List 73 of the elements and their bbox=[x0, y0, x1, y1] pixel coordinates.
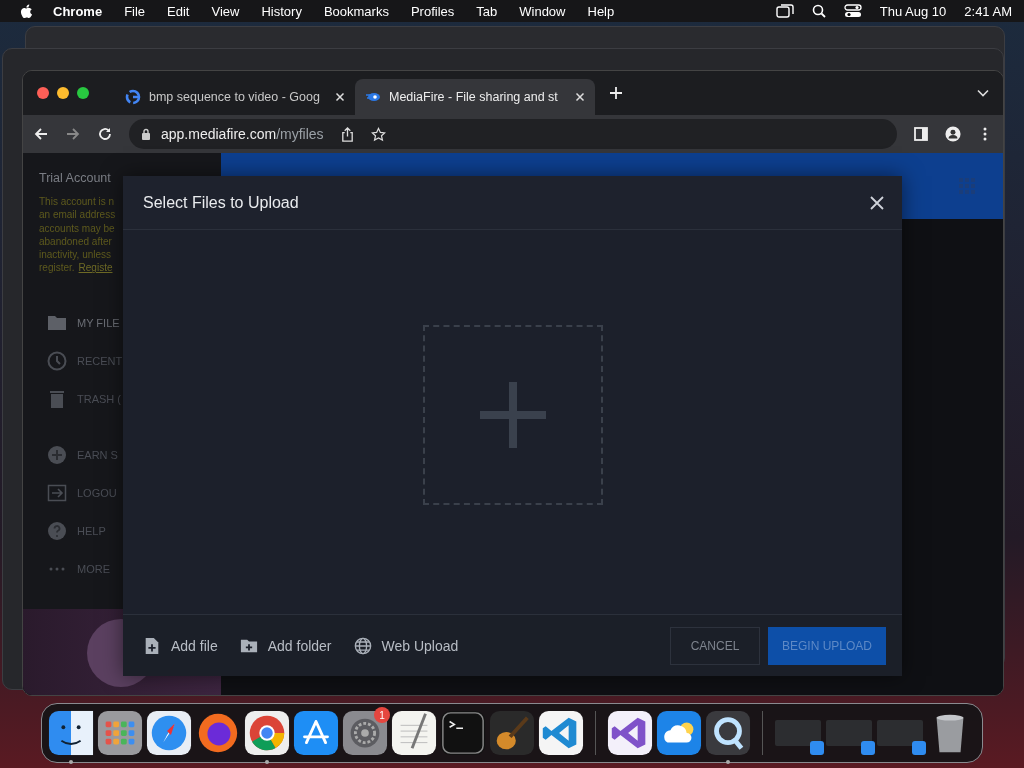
file-plus-icon[interactable] bbox=[143, 635, 161, 656]
code-editor-icon[interactable] bbox=[538, 710, 584, 756]
globe-icon[interactable] bbox=[353, 635, 372, 656]
menu-item[interactable]: Bookmarks bbox=[323, 3, 389, 19]
back-arrow-icon[interactable] bbox=[33, 126, 49, 142]
date-text[interactable]: Thu Aug 10 bbox=[879, 3, 947, 19]
star-icon[interactable] bbox=[370, 126, 386, 142]
menu-item[interactable]: Profiles bbox=[410, 3, 455, 19]
notice-line: register. bbox=[39, 262, 75, 274]
dialog-title: Select Files to Upload bbox=[143, 193, 299, 212]
g-logo-icon bbox=[125, 89, 141, 105]
menu-item[interactable]: Tab bbox=[476, 3, 498, 19]
guitar-icon[interactable] bbox=[489, 710, 535, 756]
minimized-window-thumbnail[interactable] bbox=[877, 720, 923, 746]
toggles-icon[interactable] bbox=[843, 4, 862, 18]
magnifier-q-icon[interactable] bbox=[705, 710, 751, 756]
notice-line: This account is n bbox=[39, 195, 115, 209]
apple-logo-icon[interactable] bbox=[20, 3, 33, 19]
close-window-button[interactable] bbox=[37, 87, 49, 99]
minimized-window-thumbnail[interactable] bbox=[826, 720, 872, 746]
notepad-icon[interactable] bbox=[391, 710, 437, 756]
minimize-window-button[interactable] bbox=[57, 87, 69, 99]
side-panel-icon[interactable] bbox=[913, 126, 929, 142]
running-indicator bbox=[726, 760, 730, 764]
gear-icon[interactable] bbox=[342, 710, 388, 756]
clock-text[interactable]: 2:41 AM bbox=[964, 3, 1012, 19]
notice-line: accounts may be bbox=[39, 221, 115, 235]
close-icon[interactable] bbox=[870, 195, 884, 210]
running-indicator bbox=[265, 760, 269, 764]
menu-item[interactable]: Window bbox=[519, 3, 566, 19]
new-tab-icon[interactable] bbox=[609, 86, 623, 100]
menu-item[interactable]: File bbox=[124, 3, 146, 19]
notice-line: an email address bbox=[39, 208, 116, 222]
profile-icon[interactable] bbox=[945, 126, 961, 142]
plus-icon bbox=[479, 382, 546, 448]
share-icon[interactable] bbox=[339, 126, 355, 142]
notice-line: inactivity, unless bbox=[39, 248, 112, 262]
infinity-app-icon[interactable] bbox=[607, 710, 653, 756]
url-host-text: app.mediafire.com bbox=[161, 126, 277, 142]
notice-line: abandoned after bbox=[39, 234, 112, 249]
url-path-text: /myfiles bbox=[276, 126, 324, 142]
compass-icon[interactable] bbox=[146, 710, 192, 756]
cancel-button[interactable]: CANCEL bbox=[670, 626, 760, 665]
address-bar[interactable]: app.mediafire.com/myfiles bbox=[129, 119, 897, 149]
account-title: Trial Account bbox=[39, 171, 112, 185]
reload-icon[interactable] bbox=[97, 126, 113, 142]
terminal-icon[interactable] bbox=[440, 710, 486, 756]
sidebar-item[interactable]: MY FILE bbox=[77, 316, 120, 329]
menu-item[interactable]: Edit bbox=[167, 3, 190, 19]
close-tab-icon[interactable] bbox=[575, 92, 585, 102]
screens-icon[interactable] bbox=[775, 4, 794, 18]
app-menu[interactable]: Chrome bbox=[53, 3, 103, 19]
upload-option[interactable]: Add folder bbox=[267, 637, 332, 654]
menu-item[interactable]: Help bbox=[587, 3, 615, 19]
menu-item[interactable]: History bbox=[261, 3, 302, 19]
upload-option[interactable]: Web Upload bbox=[381, 637, 459, 654]
browser-tab[interactable]: bmp sequence to video - Goog bbox=[115, 79, 355, 115]
app-grid-icon[interactable] bbox=[97, 710, 143, 756]
close-tab-icon[interactable] bbox=[335, 92, 345, 102]
browser-tab[interactable]: MediaFire - File sharing and st bbox=[355, 79, 595, 115]
forward-arrow-icon[interactable] bbox=[65, 126, 81, 142]
app-store-icon[interactable] bbox=[293, 710, 339, 756]
tab-list-chevron-icon[interactable] bbox=[977, 89, 989, 97]
menu-item[interactable]: View bbox=[211, 3, 240, 19]
notification-badge: 1 bbox=[374, 707, 390, 723]
upload-option[interactable]: Add file bbox=[171, 637, 218, 654]
padlock-icon[interactable] bbox=[141, 128, 151, 140]
search-icon[interactable] bbox=[811, 4, 826, 18]
cloud-icon[interactable] bbox=[656, 710, 702, 756]
zoom-window-button[interactable] bbox=[77, 87, 89, 99]
browser-icon[interactable] bbox=[244, 710, 290, 756]
minimized-window-thumbnail[interactable] bbox=[775, 720, 821, 746]
running-indicator bbox=[69, 760, 73, 764]
